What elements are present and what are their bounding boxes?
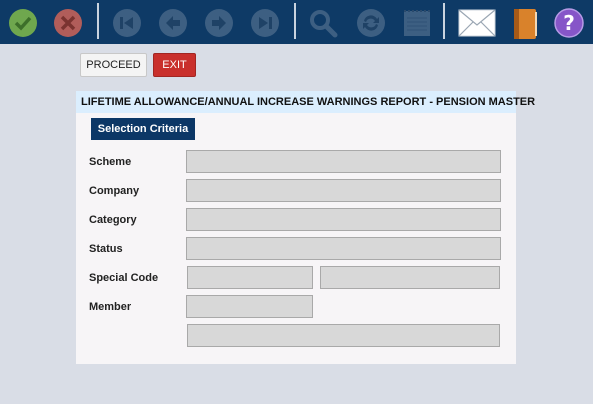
scheme-field[interactable]	[186, 150, 501, 173]
company-field[interactable]	[186, 179, 501, 202]
next-record-icon[interactable]	[204, 8, 234, 38]
category-label: Category	[89, 214, 137, 226]
member-name-field[interactable]	[187, 324, 500, 347]
exit-button[interactable]: EXIT	[153, 53, 196, 77]
cancel-x-icon[interactable]	[53, 8, 83, 38]
proceed-button[interactable]: PROCEED	[80, 53, 147, 77]
toolbar-separator	[443, 3, 445, 39]
special-code-field[interactable]	[187, 266, 313, 289]
refresh-icon[interactable]	[356, 8, 386, 38]
tab-selection-criteria[interactable]: Selection Criteria	[91, 118, 195, 140]
notepad-icon[interactable]	[402, 8, 432, 38]
toolbar-separator	[97, 3, 99, 39]
member-field[interactable]	[186, 295, 313, 318]
search-icon[interactable]	[308, 8, 338, 38]
category-field[interactable]	[186, 208, 501, 231]
member-label: Member	[89, 301, 132, 313]
last-record-icon[interactable]	[250, 8, 280, 38]
status-label: Status	[89, 243, 123, 255]
help-icon[interactable]: ?	[554, 8, 584, 38]
company-label: Company	[89, 185, 140, 197]
scheme-label: Scheme	[89, 156, 132, 168]
first-record-icon[interactable]	[112, 8, 142, 38]
toolbar-separator	[294, 3, 296, 39]
toolbar: ?	[0, 0, 593, 44]
previous-record-icon[interactable]	[158, 8, 188, 38]
mail-icon[interactable]	[458, 8, 496, 38]
svg-text:?: ?	[563, 11, 575, 35]
status-field[interactable]	[186, 237, 501, 260]
address-book-icon[interactable]	[511, 8, 539, 39]
special-code-description-field[interactable]	[320, 266, 500, 289]
special-code-label: Special Code	[89, 272, 159, 284]
confirm-check-icon[interactable]	[8, 8, 38, 38]
report-title: LIFETIME ALLOWANCE/ANNUAL INCREASE WARNI…	[76, 91, 535, 113]
